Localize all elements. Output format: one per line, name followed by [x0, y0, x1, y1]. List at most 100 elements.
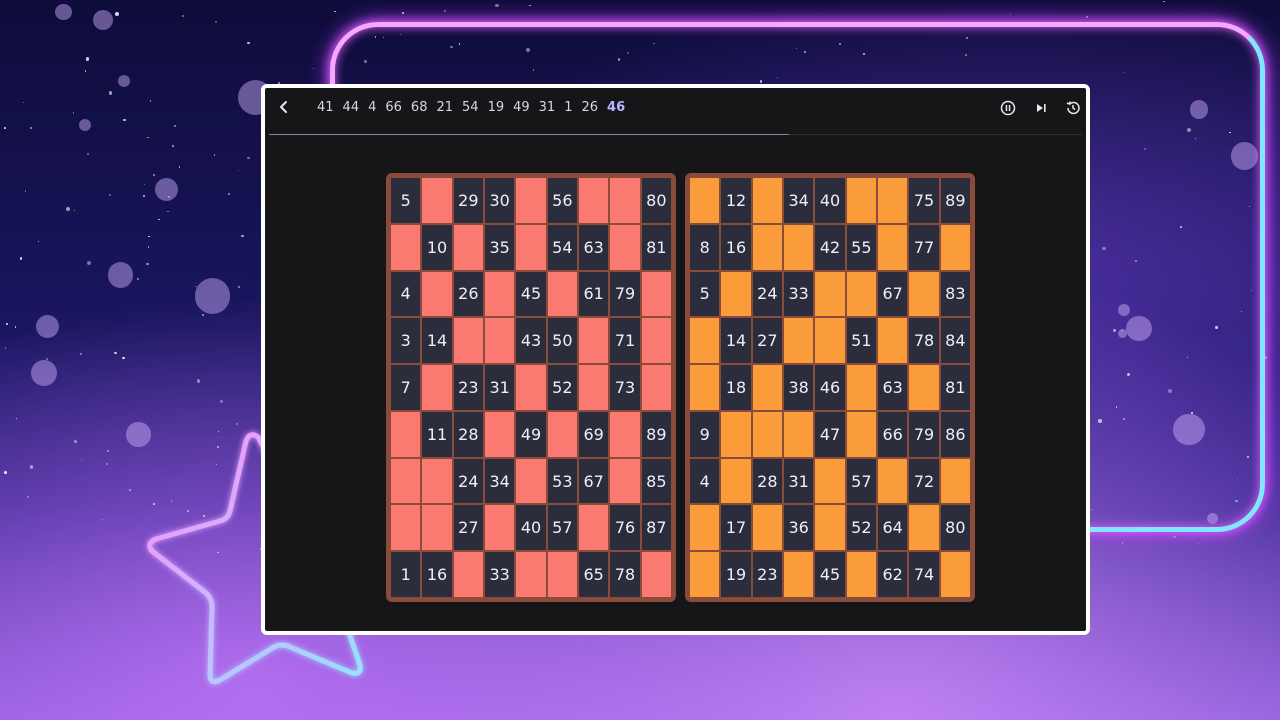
marked-cell[interactable] — [485, 318, 515, 364]
number-cell[interactable]: 38 — [784, 365, 814, 410]
marked-cell[interactable] — [690, 552, 720, 597]
marked-cell[interactable] — [485, 505, 515, 551]
marked-cell[interactable] — [878, 458, 908, 504]
marked-cell[interactable] — [641, 365, 671, 410]
number-cell[interactable]: 69 — [579, 411, 609, 457]
number-cell[interactable]: 30 — [485, 178, 515, 223]
marked-cell[interactable] — [516, 178, 546, 223]
marked-cell[interactable] — [815, 458, 845, 504]
marked-cell[interactable] — [878, 178, 908, 223]
marked-cell[interactable] — [940, 458, 970, 504]
number-cell[interactable]: 10 — [422, 224, 452, 270]
marked-cell[interactable] — [752, 365, 782, 410]
number-cell[interactable]: 71 — [610, 318, 640, 364]
marked-cell[interactable] — [453, 552, 483, 597]
number-cell[interactable]: 11 — [422, 411, 452, 457]
marked-cell[interactable] — [516, 224, 546, 270]
marked-cell[interactable] — [579, 318, 609, 364]
marked-cell[interactable] — [547, 271, 577, 317]
marked-cell[interactable] — [516, 552, 546, 597]
number-cell[interactable]: 5 — [391, 178, 421, 223]
marked-cell[interactable] — [752, 505, 782, 551]
marked-cell[interactable] — [690, 318, 720, 364]
number-cell[interactable]: 57 — [547, 505, 577, 551]
number-cell[interactable]: 23 — [752, 552, 782, 597]
number-cell[interactable]: 61 — [579, 271, 609, 317]
number-cell[interactable]: 18 — [721, 365, 751, 410]
marked-cell[interactable] — [422, 178, 452, 223]
number-cell[interactable]: 40 — [815, 178, 845, 223]
number-cell[interactable]: 34 — [485, 458, 515, 504]
history-button[interactable] — [1064, 99, 1082, 117]
marked-cell[interactable] — [909, 505, 939, 551]
number-cell[interactable]: 53 — [547, 458, 577, 504]
number-cell[interactable]: 46 — [815, 365, 845, 410]
number-cell[interactable]: 36 — [784, 505, 814, 551]
marked-cell[interactable] — [422, 271, 452, 317]
number-cell[interactable]: 75 — [909, 178, 939, 223]
number-cell[interactable]: 52 — [846, 505, 876, 551]
number-cell[interactable]: 76 — [610, 505, 640, 551]
marked-cell[interactable] — [878, 224, 908, 270]
number-cell[interactable]: 43 — [516, 318, 546, 364]
marked-cell[interactable] — [752, 178, 782, 223]
marked-cell[interactable] — [453, 318, 483, 364]
marked-cell[interactable] — [784, 318, 814, 364]
marked-cell[interactable] — [641, 318, 671, 364]
marked-cell[interactable] — [610, 178, 640, 223]
number-cell[interactable]: 45 — [516, 271, 546, 317]
number-cell[interactable]: 33 — [485, 552, 515, 597]
marked-cell[interactable] — [391, 224, 421, 270]
number-cell[interactable]: 83 — [940, 271, 970, 317]
number-cell[interactable]: 29 — [453, 178, 483, 223]
marked-cell[interactable] — [422, 458, 452, 504]
number-cell[interactable]: 80 — [641, 178, 671, 223]
marked-cell[interactable] — [579, 365, 609, 410]
number-cell[interactable]: 89 — [641, 411, 671, 457]
marked-cell[interactable] — [909, 365, 939, 410]
marked-cell[interactable] — [547, 411, 577, 457]
number-cell[interactable]: 56 — [547, 178, 577, 223]
number-cell[interactable]: 89 — [940, 178, 970, 223]
marked-cell[interactable] — [641, 552, 671, 597]
number-cell[interactable]: 81 — [940, 365, 970, 410]
number-cell[interactable]: 4 — [391, 271, 421, 317]
marked-cell[interactable] — [752, 411, 782, 457]
number-cell[interactable]: 34 — [784, 178, 814, 223]
marked-cell[interactable] — [815, 271, 845, 317]
marked-cell[interactable] — [453, 224, 483, 270]
marked-cell[interactable] — [641, 271, 671, 317]
marked-cell[interactable] — [547, 552, 577, 597]
marked-cell[interactable] — [846, 271, 876, 317]
number-cell[interactable]: 8 — [690, 224, 720, 270]
number-cell[interactable]: 19 — [721, 552, 751, 597]
number-cell[interactable]: 27 — [453, 505, 483, 551]
marked-cell[interactable] — [690, 178, 720, 223]
marked-cell[interactable] — [909, 271, 939, 317]
number-cell[interactable]: 16 — [721, 224, 751, 270]
number-cell[interactable]: 23 — [453, 365, 483, 410]
marked-cell[interactable] — [846, 365, 876, 410]
marked-cell[interactable] — [784, 552, 814, 597]
marked-cell[interactable] — [610, 458, 640, 504]
marked-cell[interactable] — [579, 505, 609, 551]
marked-cell[interactable] — [721, 458, 751, 504]
back-button[interactable] — [273, 98, 295, 120]
marked-cell[interactable] — [579, 178, 609, 223]
number-cell[interactable]: 55 — [846, 224, 876, 270]
marked-cell[interactable] — [752, 224, 782, 270]
number-cell[interactable]: 63 — [878, 365, 908, 410]
number-cell[interactable]: 79 — [909, 411, 939, 457]
marked-cell[interactable] — [391, 505, 421, 551]
marked-cell[interactable] — [846, 178, 876, 223]
number-cell[interactable]: 86 — [940, 411, 970, 457]
number-cell[interactable]: 1 — [391, 552, 421, 597]
number-cell[interactable]: 33 — [784, 271, 814, 317]
number-cell[interactable]: 79 — [610, 271, 640, 317]
marked-cell[interactable] — [690, 505, 720, 551]
number-cell[interactable]: 73 — [610, 365, 640, 410]
number-cell[interactable]: 4 — [690, 458, 720, 504]
skip-next-button[interactable] — [1032, 99, 1050, 117]
number-cell[interactable]: 72 — [909, 458, 939, 504]
number-cell[interactable]: 54 — [547, 224, 577, 270]
